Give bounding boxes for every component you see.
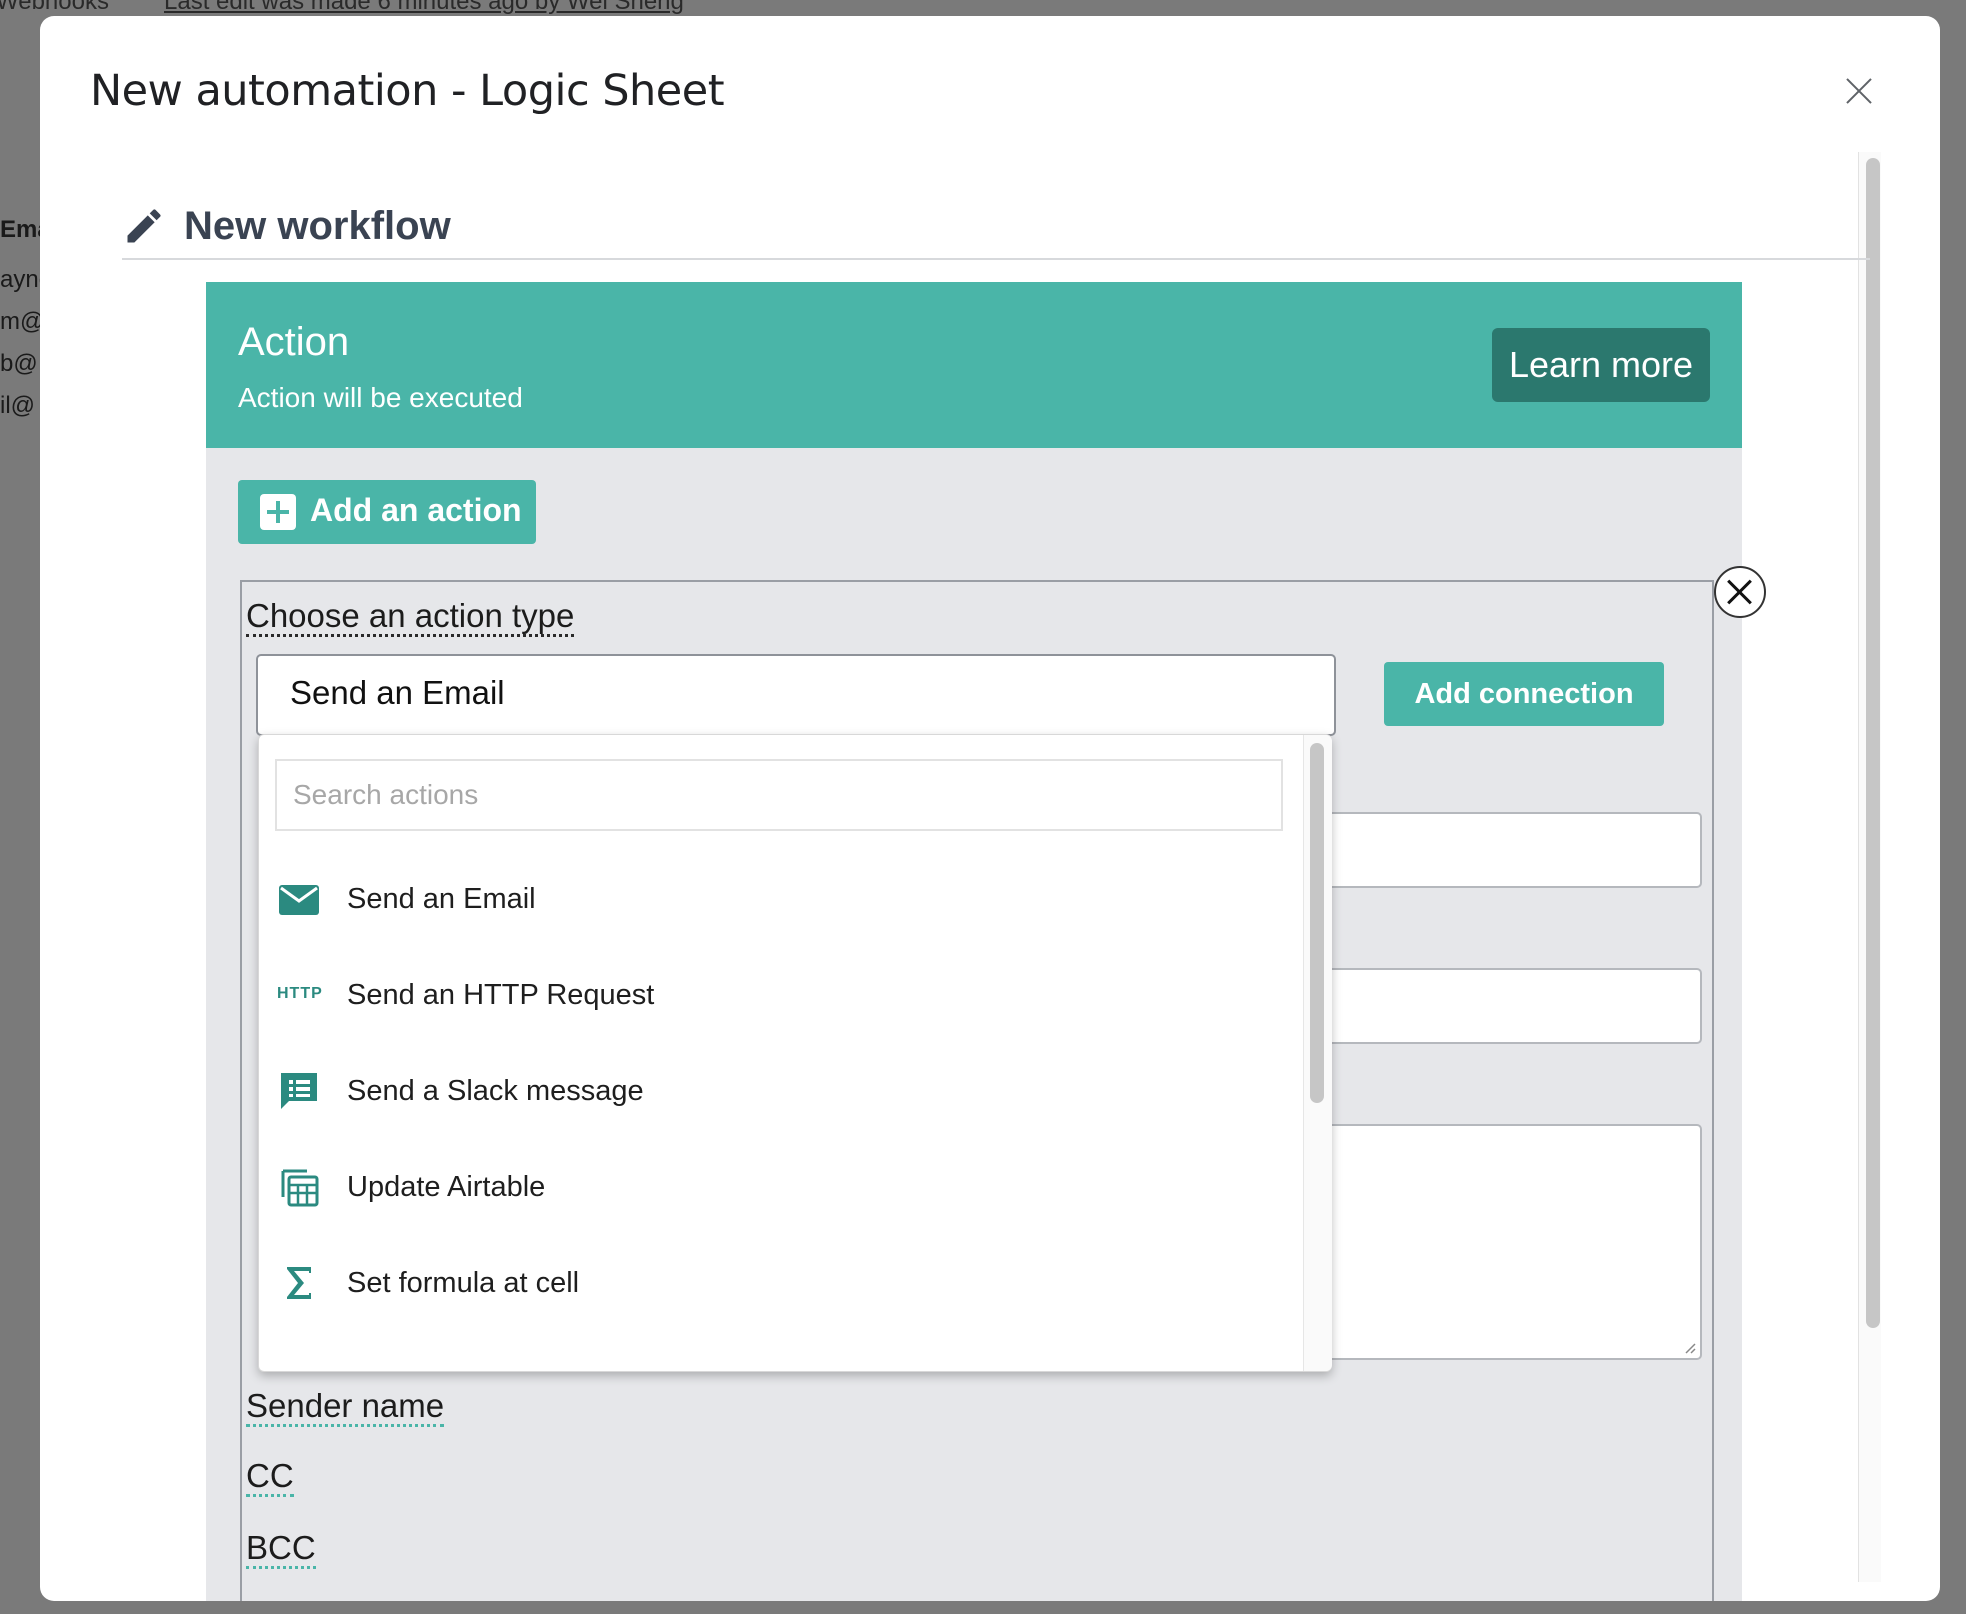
action-option-label: Update Airtable [347,1171,546,1203]
workflow-header: New workflow [122,188,1870,260]
background-cell: il@ [0,392,36,419]
action-option-set-formula[interactable]: Set formula at cell [259,1243,1299,1323]
action-option-send-email[interactable]: Send an Email [259,859,1299,939]
chat-list-icon [281,1073,317,1109]
action-subtitle: Action will be executed [238,382,523,413]
action-card-header: Action Action will be executed Learn mor… [206,282,1742,448]
resize-grip-icon[interactable] [1682,1340,1696,1354]
background-last-edit-link: Last edit was made 6 minutes ago by Wei … [164,0,684,15]
table-icon [281,1169,319,1207]
action-option-label: Set formula at cell [347,1267,580,1299]
background-topbar: Webhooks Last edit was made 6 minutes ag… [0,0,1966,15]
modal-title: New automation - Logic Sheet [90,66,725,116]
sender-name-label: Sender name [246,1388,445,1427]
workflow-title[interactable]: New workflow [184,204,451,249]
search-actions-field[interactable] [275,759,1283,831]
background-tab-label: Webhooks [0,0,109,15]
action-option-label: Send a Slack message [347,1075,644,1107]
learn-more-button[interactable]: Learn more [1492,328,1710,402]
action-option-slack-message[interactable]: Send a Slack message [259,1051,1299,1131]
background-cell: m@ [0,308,42,335]
pencil-icon[interactable] [122,204,166,248]
bcc-label: BCC [246,1530,316,1569]
choose-action-type-label: Choose an action type [246,598,575,637]
action-option-label: Send an HTTP Request [347,979,655,1011]
mail-icon [279,885,319,915]
add-connection-button[interactable]: Add connection [1384,662,1664,726]
close-modal-button[interactable] [1840,72,1878,110]
add-action-label: Add an action [310,492,522,528]
plus-icon [260,494,296,530]
action-option-http-request[interactable]: HTTP Send an HTTP Request [259,955,1299,1035]
http-icon: HTTP [277,985,323,1002]
dropdown-scrollbar-thumb[interactable] [1310,743,1324,1103]
action-title: Action [238,320,350,364]
background-cell: b@ [0,350,38,377]
background-cell: ayne [0,266,42,293]
cc-label: CC [246,1458,294,1497]
add-action-button[interactable]: Add an action [238,480,536,544]
action-type-dropdown: Send an Email HTTP Send an HTTP Request … [258,734,1332,1372]
sigma-icon [287,1267,311,1299]
modal-scrollbar-thumb[interactable] [1866,158,1880,1328]
action-type-selected-value: Send an Email [290,674,505,711]
action-type-select[interactable]: Send an Email [256,654,1336,736]
background-column-header: Email [0,216,42,243]
action-option-update-airtable[interactable]: Update Airtable [259,1147,1299,1227]
action-option-label: Send an Email [347,883,536,915]
search-actions-input[interactable] [277,761,1281,829]
remove-action-button[interactable] [1714,566,1766,618]
